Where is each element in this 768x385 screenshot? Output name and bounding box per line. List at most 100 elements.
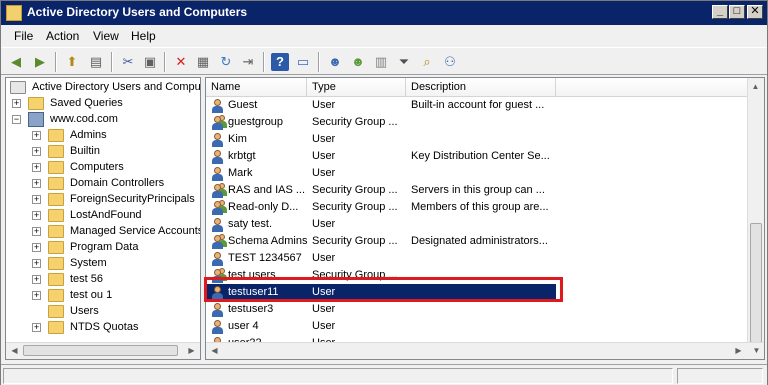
close-button[interactable]: ✕: [747, 5, 763, 19]
console-tree[interactable]: Active Directory Users and Comput + Saved…: [5, 77, 201, 360]
menu-action[interactable]: Action: [46, 29, 79, 43]
column-header-description[interactable]: Description: [406, 78, 556, 96]
toolbar-separator: [55, 52, 57, 72]
list-item[interactable]: Read-only D... Security Group ... Members …: [206, 199, 749, 216]
list-item[interactable]: RAS and IAS ... Security Group ... Servers…: [206, 182, 749, 199]
expand-icon[interactable]: +: [32, 323, 41, 332]
list-item[interactable]: krbtgt User Key Distribution Center Se...: [206, 148, 749, 165]
list-vertical-scrollbar[interactable]: ▲: [747, 78, 764, 344]
expand-icon[interactable]: +: [32, 275, 41, 284]
list-horizontal-scrollbar[interactable]: ◀ ▶ ▼: [206, 342, 764, 359]
expand-icon[interactable]: +: [32, 259, 41, 268]
cell-name: testuser3: [228, 303, 274, 315]
show-tree-icon[interactable]: ▤: [87, 53, 105, 71]
user-icon: [210, 149, 226, 164]
column-header-name[interactable]: Name: [206, 78, 307, 96]
up-icon[interactable]: ⬆: [63, 53, 81, 71]
cell-name: Schema Admins: [228, 235, 308, 247]
cell-name: RAS and IAS ...: [228, 184, 306, 196]
folder-icon: [48, 305, 64, 318]
list-item[interactable]: Schema Admins Security Group ... Designate…: [206, 233, 749, 250]
list-item[interactable]: guestgroup Security Group ...: [206, 114, 749, 131]
console-icon[interactable]: ▭: [294, 53, 312, 71]
refresh-icon[interactable]: ↻: [217, 53, 235, 71]
expand-icon[interactable]: +: [12, 99, 21, 108]
cell-name: TEST 1234567: [228, 252, 302, 264]
toolbar: ◀ ▶ ⬆ ▤ ✂ ▣ ✕ ▦ ↻ ⇥ ? ▭ ☻ ☻ ▥ ⏷ ⌕ ⚇: [1, 47, 767, 75]
scroll-up-arrow[interactable]: ▲: [748, 79, 763, 94]
menu-bar: File Action View Help: [1, 26, 767, 46]
expand-icon[interactable]: +: [32, 195, 41, 204]
new-user-icon[interactable]: ☻: [326, 53, 344, 71]
menu-view[interactable]: View: [93, 29, 119, 43]
user-icon: [210, 217, 226, 232]
properties-icon[interactable]: ▦: [194, 53, 212, 71]
expand-icon[interactable]: +: [32, 291, 41, 300]
scroll-thumb[interactable]: [23, 345, 178, 356]
tree-item-label: test 56: [70, 273, 104, 285]
expand-icon[interactable]: +: [32, 131, 41, 140]
find-icon[interactable]: ⌕: [418, 53, 436, 71]
copy-icon[interactable]: ▣: [141, 53, 159, 71]
scroll-left-arrow[interactable]: ◀: [7, 343, 22, 358]
filter-icon[interactable]: ⏷: [395, 53, 413, 71]
list-item[interactable]: saty test. User: [206, 216, 749, 233]
tree-root-label: Active Directory Users and Comput: [32, 81, 201, 93]
folder-icon: [48, 129, 64, 142]
expand-icon[interactable]: +: [32, 179, 41, 188]
tree-item-label: Computers: [70, 161, 124, 173]
title-bar[interactable]: Active Directory Users and Computers _ □…: [1, 1, 767, 25]
new-group-icon[interactable]: ☻: [349, 53, 367, 71]
folder-icon: [28, 97, 44, 110]
column-header-filler: [556, 78, 749, 96]
scroll-down-arrow[interactable]: ▼: [749, 343, 764, 358]
maximize-button[interactable]: □: [729, 5, 745, 19]
folder-icon: [48, 273, 64, 286]
list-item[interactable]: Mark User: [206, 165, 749, 182]
expand-icon[interactable]: +: [32, 147, 41, 156]
tree-item-label: Domain Controllers: [70, 177, 165, 189]
user-icon: [210, 98, 226, 113]
cell-type: User: [312, 252, 336, 264]
list-item[interactable]: user 4 User: [206, 318, 749, 335]
column-header-type[interactable]: Type: [307, 78, 406, 96]
list-item[interactable]: Kim User: [206, 131, 749, 148]
collapse-icon[interactable]: −: [12, 115, 21, 124]
folder-icon: [48, 193, 64, 206]
list-item[interactable]: testuser3 User: [206, 301, 749, 318]
export-icon[interactable]: ⇥: [239, 53, 257, 71]
expand-icon[interactable]: +: [32, 227, 41, 236]
delete-icon[interactable]: ✕: [172, 53, 190, 71]
menu-help[interactable]: Help: [131, 29, 156, 43]
menu-file[interactable]: File: [14, 29, 33, 43]
user-icon: [210, 251, 226, 266]
minimize-button[interactable]: _: [712, 5, 728, 19]
back-icon[interactable]: ◀: [7, 53, 25, 71]
toolbar-separator: [111, 52, 113, 72]
cell-name: Guest: [228, 99, 258, 111]
scroll-left-arrow[interactable]: ◀: [207, 343, 222, 358]
group-icon: [210, 183, 227, 198]
tree-horizontal-scrollbar[interactable]: ◀ ▶: [6, 342, 200, 359]
add-to-group-icon[interactable]: ⚇: [441, 53, 459, 71]
expand-icon[interactable]: +: [32, 243, 41, 252]
console-root-icon: [10, 81, 26, 94]
tree-item-label: Users: [70, 305, 99, 317]
scroll-right-arrow[interactable]: ▶: [731, 343, 746, 358]
scroll-thumb[interactable]: [750, 223, 762, 343]
user-icon: [210, 166, 226, 181]
list-item[interactable]: TEST 1234567 User: [206, 250, 749, 267]
scroll-right-arrow[interactable]: ▶: [184, 343, 199, 358]
folder-icon: [48, 241, 64, 254]
cut-icon[interactable]: ✂: [119, 53, 137, 71]
folder-icon: [48, 289, 64, 302]
expand-icon[interactable]: +: [32, 163, 41, 172]
details-pane[interactable]: Name Type Description Guest User Built-in …: [205, 77, 765, 360]
forward-icon[interactable]: ▶: [31, 53, 49, 71]
help-icon[interactable]: ?: [271, 53, 289, 71]
tree-item-label: Managed Service Accounts: [70, 225, 201, 237]
expand-icon[interactable]: +: [32, 211, 41, 220]
list-item[interactable]: Guest User Built-in account for guest ...: [206, 97, 749, 114]
new-ou-icon[interactable]: ▥: [372, 53, 390, 71]
tree-item-label: System: [70, 257, 107, 269]
